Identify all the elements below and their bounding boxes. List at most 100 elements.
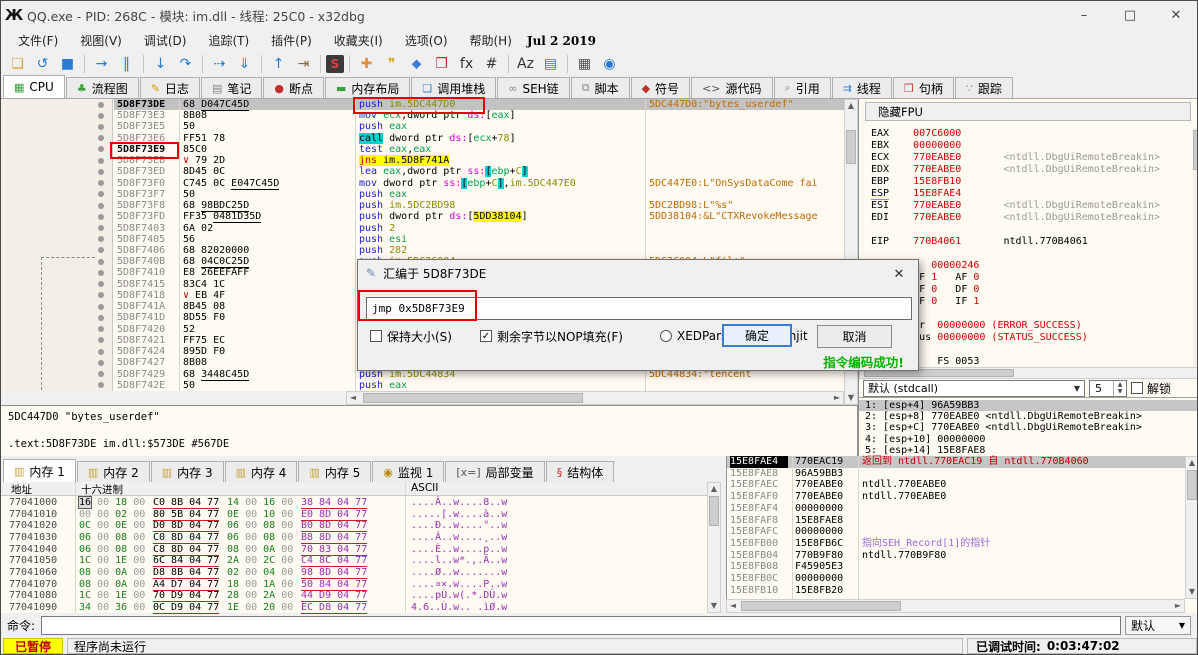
xedparse-radio[interactable] xyxy=(660,330,672,342)
register-row[interactable]: ECX 770EABE0 <ntdll.DbgUiRemoteBreakin> xyxy=(871,152,1160,164)
restart-icon[interactable]: ↺ xyxy=(31,54,54,74)
tab-源代码[interactable]: <> 源代码 xyxy=(691,77,773,98)
strings-icon[interactable]: Az xyxy=(514,54,537,74)
tab-内存 2[interactable]: ▥ 内存 2 xyxy=(76,461,150,482)
spinner-arrows-icon[interactable]: ▲ ▼ xyxy=(1113,380,1126,396)
labels-icon[interactable]: ⬥ xyxy=(405,54,428,74)
menu-item[interactable]: 追踪(T) xyxy=(197,30,260,51)
tab-断点[interactable]: ● 断点 xyxy=(263,77,324,98)
dump-row[interactable]: 77041070 08 00 0A 00 A4 D7 04 77 18 00 1A 0… xyxy=(1,578,707,591)
memory-dump-pane[interactable]: 地址 十六进制 ASCII 77041000 16 00 18 00 C0 8B 0… xyxy=(1,482,721,614)
stack-row[interactable]: 15E8FAF0 770EABE0 ntdll.770EABE0 xyxy=(727,491,1185,503)
breakpoint-dot[interactable] xyxy=(98,303,104,310)
dump-vscrollbar[interactable]: ▲ ▼ xyxy=(707,482,721,613)
tab-调用堆栈[interactable]: ❏ 调用堆栈 xyxy=(411,77,497,98)
dump-row[interactable]: 77041080 1C 00 1E 00 70 D9 04 77 28 00 2A 0… xyxy=(1,590,707,603)
step-over-icon[interactable]: ↷ xyxy=(174,54,197,74)
breakpoint-dot[interactable] xyxy=(98,191,104,198)
close-icon[interactable]: ■ xyxy=(56,54,79,74)
disasm-row[interactable]: 5D8F7406 68 82020000 push 282 xyxy=(1,245,844,256)
tab-引用[interactable]: ⌕ 引用 xyxy=(773,77,831,98)
tab-内存 3[interactable]: ▥ 内存 3 xyxy=(150,461,224,482)
breakpoint-dot[interactable] xyxy=(98,292,104,299)
disasm-row[interactable]: 5D8F73EB ∨ 79 2D jns im.5D8F741A xyxy=(1,155,844,167)
hide-fpu-button[interactable]: 隐藏FPU xyxy=(865,102,1191,121)
stack-row[interactable]: 15E8FAE4 770EAC19 返回到 ntdll.770EAC19 自 ntd… xyxy=(727,456,1185,468)
run-to-user-code-icon[interactable]: ⇢ xyxy=(208,54,231,74)
dump-row[interactable]: 77041030 06 00 08 00 C0 8D 04 77 06 00 08 0… xyxy=(1,531,707,544)
breakpoint-dot[interactable] xyxy=(98,180,104,187)
stack-pane[interactable]: 15E8FAE4 770EAC19 返回到 ntdll.770EAC19 自 ntd… xyxy=(726,456,1197,613)
tab-句柄[interactable]: ❒ 句柄 xyxy=(892,77,954,98)
stack-row[interactable]: 15E8FAF4 00000000 xyxy=(727,503,1185,515)
handles-icon[interactable]: ▤ xyxy=(539,54,562,74)
dump-row[interactable]: 77041090 34 00 36 00 0C D9 04 77 1E 00 20 0… xyxy=(1,601,707,614)
breakpoint-dot[interactable] xyxy=(98,157,104,164)
close-button[interactable]: ✕ xyxy=(1153,1,1197,29)
breakpoint-dot[interactable] xyxy=(98,236,104,243)
calculator-icon[interactable]: ▦ xyxy=(573,54,596,74)
menu-item[interactable]: 调试(D) xyxy=(133,30,198,51)
breakpoint-dot[interactable] xyxy=(98,247,104,254)
breakpoint-dot[interactable] xyxy=(98,281,104,288)
disasm-hscrollbar[interactable]: ◄ ► xyxy=(346,391,844,405)
disasm-row[interactable]: 5D8F73F8 68 98BDC25D push im.5DC2BD98 5DC2B… xyxy=(1,200,844,213)
stack-hscrollbar[interactable]: ◄ ► xyxy=(726,599,1185,613)
nop-fill-checkbox[interactable]: ✓ xyxy=(480,330,492,342)
stack-row[interactable]: 15E8FB00 15E8FB6C 指向SEH_Record[1]的指针 xyxy=(727,538,1185,550)
maximize-button[interactable]: □ xyxy=(1107,1,1153,29)
attach-icon[interactable]: ⇥ xyxy=(292,54,315,74)
breakpoint-dot[interactable] xyxy=(98,269,104,276)
tab-笔记[interactable]: ▤ 笔记 xyxy=(200,77,263,98)
menu-item[interactable]: 插件(P) xyxy=(260,30,323,51)
tab-CPU[interactable]: ▦ CPU xyxy=(3,75,65,98)
stack-row[interactable]: 15E8FAEC 770EABE0 ntdll.770EABE0 xyxy=(727,479,1185,491)
command-input[interactable] xyxy=(41,615,1122,635)
argument-row[interactable]: 5: [esp+14] 15E8FAE8 xyxy=(859,445,1197,456)
stack-row[interactable]: 15E8FB10 15E8FB20 xyxy=(727,585,1185,597)
tab-监视 1[interactable]: ◉ 监视 1 xyxy=(372,461,445,482)
breakpoint-dot[interactable] xyxy=(98,213,104,220)
register-row[interactable]: EAX 007C6000 xyxy=(871,128,961,140)
argument-row[interactable]: 2: [esp+8] 770EABE0 <ntdll.DbgUiRemoteBr… xyxy=(859,411,1197,422)
disasm-row[interactable]: 5D8F73DE 68 D047C45D push im.5DC447D0 5DC44… xyxy=(1,99,844,111)
disasm-row[interactable]: 5D8F7403 6A 02 push 2 xyxy=(1,223,844,234)
breakpoint-dot[interactable] xyxy=(98,326,104,333)
register-row[interactable]: ESI 770EABE0 <ntdll.DbgUiRemoteBreakin> xyxy=(871,200,1160,212)
argument-row[interactable]: 3: [esp+C] 770EABE0 <ntdll.DbgUiRemoteBr… xyxy=(859,422,1197,433)
settings-icon[interactable]: S xyxy=(326,55,344,73)
disasm-row[interactable]: 5D8F742E 50 push eax xyxy=(1,380,844,391)
stack-row[interactable]: 15E8FAF8 15E8FAE8 xyxy=(727,515,1185,527)
disasm-row[interactable]: 5D8F73E3 8B08 mov ecx,dword ptr ds:[eax] xyxy=(1,110,844,121)
command-preset-select[interactable]: 默认 ▼ xyxy=(1125,615,1192,635)
functions-icon[interactable]: fx xyxy=(455,54,478,74)
tab-结构体[interactable]: § 结构体 xyxy=(545,461,615,482)
unlock-checkbox[interactable] xyxy=(1131,382,1143,394)
breakpoint-dot[interactable] xyxy=(98,382,104,389)
dump-row[interactable]: 77041020 0C 00 0E 00 D0 8D 04 77 06 00 08 0… xyxy=(1,520,707,533)
ok-button[interactable]: 确定 xyxy=(722,324,792,347)
register-row[interactable]: EBP 15E8FB10 xyxy=(871,176,961,188)
menu-item[interactable]: 收藏夹(I) xyxy=(323,30,394,51)
tab-内存 4[interactable]: ▥ 内存 4 xyxy=(224,461,298,482)
breakpoint-dot[interactable] xyxy=(98,348,104,355)
argument-row[interactable]: 4: [esp+10] 00000000 xyxy=(859,434,1197,445)
open-file-icon[interactable]: ❏ xyxy=(6,54,29,74)
hash-icon[interactable]: # xyxy=(480,54,503,74)
calling-convention-select[interactable]: 默认 (stdcall) ▼ xyxy=(863,379,1085,397)
disasm-row[interactable]: 5D8F73E9 85C0 test eax,eax xyxy=(1,144,844,155)
dump-row[interactable]: 77041000 16 00 18 00 C0 8B 04 77 14 00 16 0… xyxy=(1,496,707,509)
register-row[interactable]: EBX 00000000 xyxy=(871,140,961,152)
register-row[interactable]: EIP 770B4061 ntdll.770B4061 xyxy=(871,236,1088,248)
register-row[interactable]: ESP 15E8FAE4 xyxy=(871,188,961,200)
stack-row[interactable]: 15E8FAFC 00000000 xyxy=(727,526,1185,538)
breakpoint-dot[interactable] xyxy=(98,371,104,378)
breakpoint-dot[interactable] xyxy=(98,101,104,108)
dump-row[interactable]: 77041010 00 00 02 00 80 5B 04 77 0E 00 10 0… xyxy=(1,508,707,521)
disasm-row[interactable]: 5D8F73F0 C745 0C E047C45D mov dword ptr ss… xyxy=(1,177,844,190)
tab-日志[interactable]: ✎ 日志 xyxy=(139,77,200,98)
disasm-row[interactable]: 5D8F73ED 8D45 0C lea eax,dword ptr ss:[ebp… xyxy=(1,166,844,178)
breakpoint-dot[interactable] xyxy=(98,146,104,153)
keep-size-checkbox[interactable] xyxy=(370,330,382,342)
disasm-row[interactable]: 5D8F73F7 50 push eax xyxy=(1,189,844,200)
